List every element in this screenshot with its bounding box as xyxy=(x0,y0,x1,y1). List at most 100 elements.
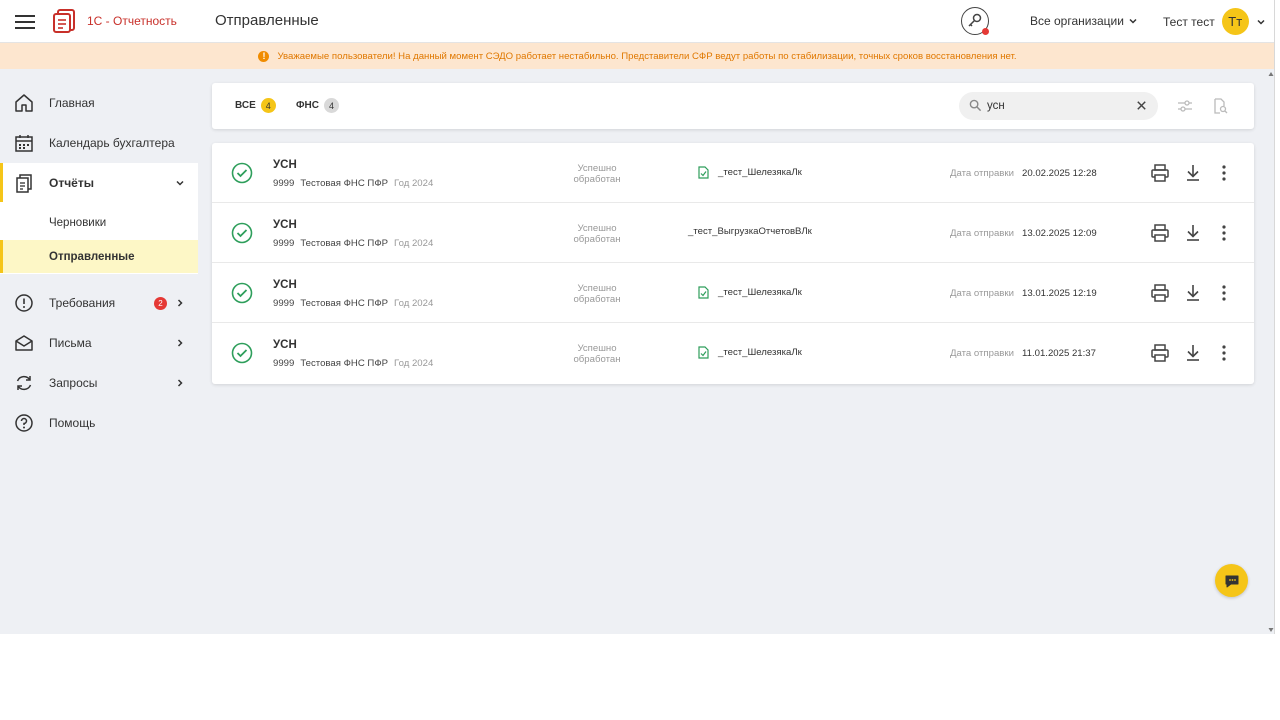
report-title: УСН xyxy=(273,339,297,351)
menu-icon[interactable] xyxy=(15,12,35,30)
filter-bar: ВСЕ 4 ФНС 4 xyxy=(212,83,1254,129)
scroll-down-arrow[interactable] xyxy=(1268,627,1274,633)
sidebar-subitem-sent[interactable]: Отправленные xyxy=(0,240,198,273)
list-item[interactable]: УСН 9999 Тестовая ФНС ПФР Год 2024 Успеш… xyxy=(212,263,1254,323)
success-check-icon xyxy=(231,342,253,364)
attachment-link[interactable]: _тест_ВыгрузкаОтчетовВЛк xyxy=(688,226,812,237)
chevron-right-icon xyxy=(177,299,183,307)
chevron-down-icon xyxy=(176,180,184,186)
file-icon xyxy=(698,166,709,179)
user-menu[interactable]: Тест тест Тт xyxy=(1163,8,1266,35)
app-name[interactable]: 1С - Отчетность xyxy=(87,14,177,28)
more-options-icon[interactable] xyxy=(1214,223,1234,243)
attachment-link[interactable]: _тест_ШелезякаЛк xyxy=(698,166,802,179)
download-icon[interactable] xyxy=(1183,343,1203,363)
status-text: Успешно обработан xyxy=(573,343,621,365)
sidebar-subitem-label: Черновики xyxy=(49,216,107,229)
page-title: Отправленные xyxy=(215,12,319,29)
notification-dot xyxy=(982,28,989,35)
print-icon[interactable] xyxy=(1150,283,1170,303)
report-meta: 9999 Тестовая ФНС ПФР Год 2024 xyxy=(273,358,433,369)
success-check-icon xyxy=(231,282,253,304)
download-icon[interactable] xyxy=(1183,283,1203,303)
report-title: УСН xyxy=(273,279,297,291)
document-search-icon[interactable] xyxy=(1212,98,1228,114)
attachment-link[interactable]: _тест_ШелезякаЛк xyxy=(698,346,802,359)
report-period: Год 2024 xyxy=(394,178,434,189)
report-title: УСН xyxy=(273,159,297,171)
report-inn: 9999 xyxy=(273,298,295,309)
attachment-name: _тест_ШелезякаЛк xyxy=(718,347,802,358)
app-window: 1С - Отчетность Отправленные Все организ… xyxy=(0,0,1275,634)
filter-settings-icon[interactable] xyxy=(1177,98,1193,114)
sidebar-item-label: Запросы xyxy=(49,376,98,390)
top-header: 1С - Отчетность Отправленные Все организ… xyxy=(0,0,1274,43)
report-period: Год 2024 xyxy=(394,298,434,309)
tab-all[interactable]: ВСЕ 4 xyxy=(235,98,276,113)
report-inn: 9999 xyxy=(273,238,295,249)
attachment-name: _тест_ВыгрузкаОтчетовВЛк xyxy=(688,226,812,237)
sidebar-item-requests[interactable]: Запросы xyxy=(0,363,198,403)
home-icon xyxy=(15,94,33,112)
calendar-icon xyxy=(15,135,33,152)
scroll-up-arrow[interactable] xyxy=(1268,71,1274,77)
date-label: Дата отправки xyxy=(950,168,1014,179)
list-item[interactable]: УСН 9999 Тестовая ФНС ПФР Год 2024 Успеш… xyxy=(212,203,1254,263)
chat-icon xyxy=(1225,575,1238,587)
sidebar-item-requirements[interactable]: Требования 2 xyxy=(0,283,198,323)
more-options-icon[interactable] xyxy=(1214,163,1234,183)
close-icon[interactable] xyxy=(1135,99,1148,112)
warning-icon: ! xyxy=(258,50,270,62)
status-text: Успешно обработан xyxy=(573,163,621,185)
print-icon[interactable] xyxy=(1150,163,1170,183)
chevron-right-icon xyxy=(177,379,183,387)
sidebar-item-label: Отчёты xyxy=(49,176,94,190)
logo-icon xyxy=(53,9,75,33)
sidebar-item-home[interactable]: Главная xyxy=(0,83,198,123)
sidebar-item-label: Письма xyxy=(49,336,92,350)
sidebar-item-label: Календарь бухгалтера xyxy=(49,136,175,150)
download-icon[interactable] xyxy=(1183,223,1203,243)
count-badge: 4 xyxy=(323,98,339,113)
print-icon[interactable] xyxy=(1150,223,1170,243)
organization-select[interactable]: Все организации xyxy=(1030,14,1138,28)
date-label: Дата отправки xyxy=(950,288,1014,299)
sidebar-item-letters[interactable]: Письма xyxy=(0,323,198,363)
report-period: Год 2024 xyxy=(394,238,434,249)
banner-text: Уважаемые пользователи! На данный момент… xyxy=(277,50,1017,62)
tab-fns[interactable]: ФНС 4 xyxy=(296,98,339,113)
report-meta: 9999 Тестовая ФНС ПФР Год 2024 xyxy=(273,298,433,309)
more-options-icon[interactable] xyxy=(1214,343,1234,363)
sidebar-item-label: Требования xyxy=(49,296,116,310)
sidebar-subitem-drafts[interactable]: Черновики xyxy=(0,206,198,239)
organization-select-label: Все организации xyxy=(1030,14,1124,28)
success-check-icon xyxy=(231,162,253,184)
sidebar-item-help[interactable]: Помощь xyxy=(0,403,198,443)
chat-button[interactable] xyxy=(1215,564,1248,597)
help-icon xyxy=(15,414,33,432)
mail-icon xyxy=(15,335,33,351)
report-title: УСН xyxy=(273,219,297,231)
more-options-icon[interactable] xyxy=(1214,283,1234,303)
send-date: 20.02.2025 12:28 xyxy=(1022,168,1097,179)
key-button[interactable] xyxy=(961,7,989,35)
sidebar: Главная Календарь бухгалтера Отчёты Черн… xyxy=(0,69,199,634)
reports-list: УСН 9999 Тестовая ФНС ПФР Год 2024 Успеш… xyxy=(212,143,1254,384)
tab-label: ВСЕ xyxy=(235,100,256,111)
chevron-down-icon xyxy=(1129,18,1137,24)
download-icon[interactable] xyxy=(1183,163,1203,183)
search-input[interactable] xyxy=(987,98,1127,114)
list-item[interactable]: УСН 9999 Тестовая ФНС ПФР Год 2024 Успеш… xyxy=(212,323,1254,383)
report-meta: 9999 Тестовая ФНС ПФР Год 2024 xyxy=(273,238,433,249)
list-item[interactable]: УСН 9999 Тестовая ФНС ПФР Год 2024 Успеш… xyxy=(212,143,1254,203)
report-org: Тестовая ФНС ПФР xyxy=(300,178,389,189)
file-icon xyxy=(698,346,709,359)
print-icon[interactable] xyxy=(1150,343,1170,363)
attachment-link[interactable]: _тест_ШелезякаЛк xyxy=(698,286,802,299)
tab-label: ФНС xyxy=(296,100,319,111)
report-inn: 9999 xyxy=(273,358,295,369)
avatar: Тт xyxy=(1221,8,1249,35)
sidebar-item-reports[interactable]: Отчёты xyxy=(0,163,198,203)
sidebar-item-calendar[interactable]: Календарь бухгалтера xyxy=(0,123,198,163)
count-badge: 2 xyxy=(154,297,167,310)
